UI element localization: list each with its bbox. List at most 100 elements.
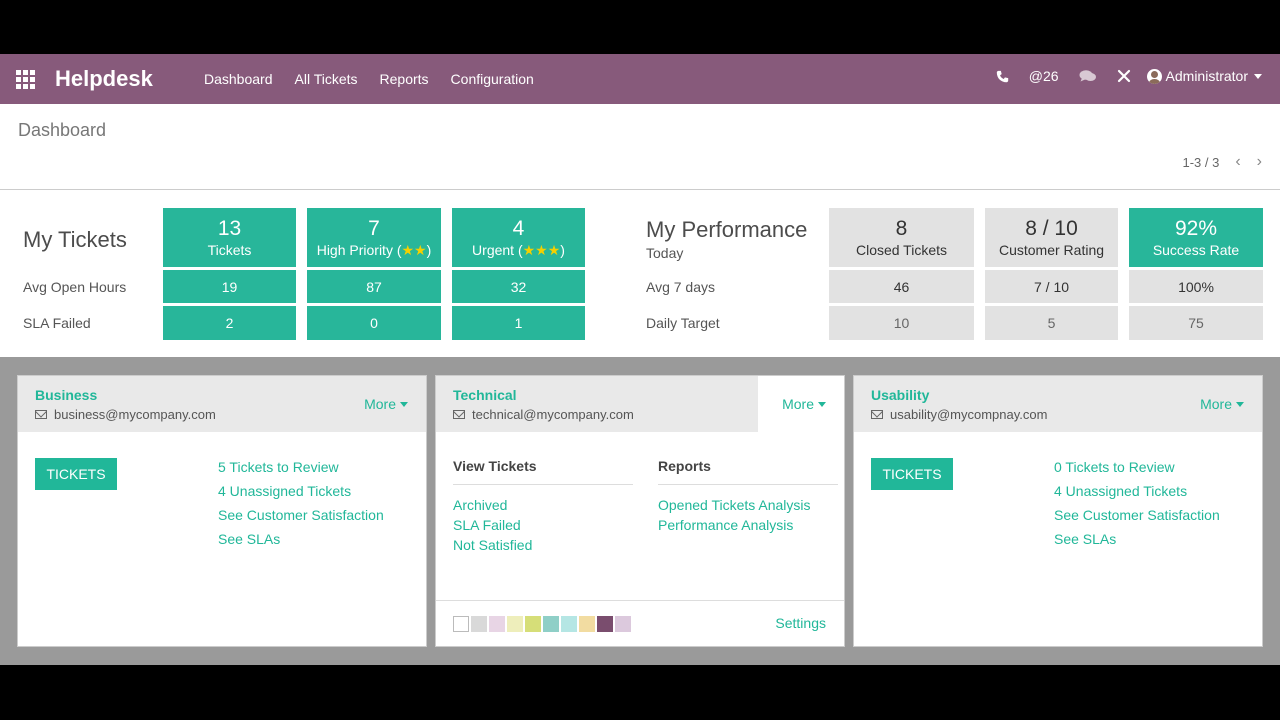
- link-see-slas[interactable]: See SLAs: [1054, 530, 1220, 548]
- color-swatch[interactable]: [579, 616, 595, 632]
- stat-tickets-avg[interactable]: 19: [163, 270, 296, 303]
- stat-high-priority[interactable]: 7 High Priority (★★): [307, 208, 441, 267]
- stat-urgent-sla[interactable]: 1: [452, 306, 585, 340]
- team-email: business@mycompany.com: [35, 407, 216, 422]
- stat-tickets-sla[interactable]: 2: [163, 306, 296, 340]
- phone-icon[interactable]: [996, 70, 1009, 83]
- star-icon: ★★: [401, 241, 427, 258]
- top-menu: Dashboard All Tickets Reports Configurat…: [204, 71, 534, 87]
- dashboard-stats: My Tickets Avg Open Hours SLA Failed 13 …: [0, 190, 1280, 357]
- team-links: 0 Tickets to Review 4 Unassigned Tickets…: [1054, 458, 1220, 548]
- debug-tools-icon[interactable]: [1117, 69, 1131, 83]
- color-swatch[interactable]: [489, 616, 505, 632]
- color-swatch[interactable]: [507, 616, 523, 632]
- perf-success-rate: 92% Success Rate: [1129, 208, 1263, 267]
- perf-rating-avg: 7 / 10: [985, 270, 1118, 303]
- reports-heading: Reports: [658, 458, 838, 485]
- link-tickets-to-review[interactable]: 5 Tickets to Review: [218, 458, 384, 476]
- color-picker: [453, 616, 633, 632]
- chat-icon[interactable]: [1079, 69, 1097, 83]
- team-card-technical: Technical technical@mycompany.com More V…: [435, 375, 845, 647]
- perf-value: 92%: [1174, 216, 1218, 240]
- envelope-icon: [871, 410, 883, 419]
- row-label-avg-open-hours: Avg Open Hours: [23, 279, 127, 295]
- tickets-button[interactable]: TICKETS: [35, 458, 117, 490]
- team-email: technical@mycompany.com: [453, 407, 634, 422]
- card-header: Technical technical@mycompany.com More: [436, 376, 844, 432]
- row-label-daily-target: Daily Target: [646, 315, 720, 331]
- more-dropdown[interactable]: More: [782, 396, 826, 412]
- control-panel: Dashboard 1-3 / 3 ‹ ›: [0, 104, 1280, 190]
- letterbox-bottom: [0, 665, 1280, 720]
- envelope-icon: [453, 410, 465, 419]
- color-swatch[interactable]: [561, 616, 577, 632]
- more-dropdown[interactable]: More: [1200, 396, 1244, 412]
- perf-value: 8 / 10: [1025, 216, 1078, 240]
- my-tickets-title: My Tickets: [23, 227, 127, 252]
- link-customer-satisfaction[interactable]: See Customer Satisfaction: [1054, 506, 1220, 524]
- menu-all-tickets[interactable]: All Tickets: [295, 71, 358, 87]
- user-avatar-icon: [1146, 68, 1162, 84]
- apps-grid-icon[interactable]: [16, 70, 35, 89]
- link-sla-failed[interactable]: SLA Failed: [453, 516, 532, 534]
- perf-closed-target: 10: [829, 306, 974, 340]
- color-swatch[interactable]: [543, 616, 559, 632]
- user-name: Administrator: [1165, 68, 1248, 84]
- menu-dashboard[interactable]: Dashboard: [204, 71, 273, 87]
- team-links: 5 Tickets to Review 4 Unassigned Tickets…: [218, 458, 384, 548]
- card-header: Usability usability@mycompnay.com More: [854, 376, 1262, 432]
- reports-links: Opened Tickets Analysis Performance Anal…: [658, 496, 811, 534]
- stat-high-priority-avg[interactable]: 87: [307, 270, 441, 303]
- link-opened-tickets-analysis[interactable]: Opened Tickets Analysis: [658, 496, 811, 514]
- perf-value: 8: [895, 216, 908, 240]
- stat-urgent-avg[interactable]: 32: [452, 270, 585, 303]
- team-kanban: Business business@mycompany.com More TIC…: [0, 357, 1280, 665]
- link-unassigned-tickets[interactable]: 4 Unassigned Tickets: [1054, 482, 1220, 500]
- color-swatch[interactable]: [525, 616, 541, 632]
- pager: 1-3 / 3 ‹ ›: [1182, 153, 1262, 171]
- color-swatch[interactable]: [615, 616, 631, 632]
- mentions-count: @26: [1028, 68, 1059, 84]
- menu-reports[interactable]: Reports: [380, 71, 429, 87]
- user-menu[interactable]: Administrator: [1146, 68, 1262, 84]
- stat-urgent[interactable]: 4 Urgent (★★★): [452, 208, 585, 267]
- link-performance-analysis[interactable]: Performance Analysis: [658, 516, 811, 534]
- menu-configuration[interactable]: Configuration: [451, 71, 534, 87]
- color-swatch[interactable]: [471, 616, 487, 632]
- link-tickets-to-review[interactable]: 0 Tickets to Review: [1054, 458, 1220, 476]
- color-swatch[interactable]: [597, 616, 613, 632]
- color-swatch[interactable]: [453, 616, 469, 632]
- stat-high-priority-sla[interactable]: 0: [307, 306, 441, 340]
- perf-success-target: 75: [1129, 306, 1263, 340]
- team-name[interactable]: Technical: [453, 387, 517, 403]
- stat-value: 13: [217, 216, 242, 240]
- chevron-right-icon[interactable]: ›: [1257, 153, 1262, 171]
- link-customer-satisfaction[interactable]: See Customer Satisfaction: [218, 506, 384, 524]
- link-see-slas[interactable]: See SLAs: [218, 530, 384, 548]
- more-dropdown[interactable]: More: [364, 396, 408, 412]
- settings-link[interactable]: Settings: [775, 615, 826, 631]
- stat-label: High Priority (★★): [316, 241, 432, 258]
- link-not-satisfied[interactable]: Not Satisfied: [453, 536, 532, 554]
- pager-value[interactable]: 1-3 / 3: [1182, 155, 1219, 170]
- perf-closed-avg: 46: [829, 270, 974, 303]
- view-tickets-heading: View Tickets: [453, 458, 633, 485]
- app-brand: Helpdesk: [55, 66, 153, 91]
- chevron-left-icon[interactable]: ‹: [1235, 153, 1240, 171]
- perf-label: Success Rate: [1152, 241, 1240, 258]
- main-navbar: Helpdesk Dashboard All Tickets Reports C…: [0, 54, 1280, 104]
- link-unassigned-tickets[interactable]: 4 Unassigned Tickets: [218, 482, 384, 500]
- page-title: Dashboard: [18, 120, 107, 140]
- row-label-sla-failed: SLA Failed: [23, 315, 91, 331]
- stat-tickets[interactable]: 13 Tickets: [163, 208, 296, 267]
- view-tickets-links: Archived SLA Failed Not Satisfied: [453, 496, 532, 554]
- team-name[interactable]: Usability: [871, 387, 929, 403]
- mentions-counter[interactable]: @26: [1029, 68, 1059, 84]
- card-header: Business business@mycompany.com More: [18, 376, 426, 432]
- perf-customer-rating: 8 / 10 Customer Rating: [985, 208, 1118, 267]
- tickets-button[interactable]: TICKETS: [871, 458, 953, 490]
- stat-value: 4: [512, 216, 525, 240]
- team-name[interactable]: Business: [35, 387, 97, 403]
- row-label-today: Today: [646, 245, 684, 261]
- link-archived[interactable]: Archived: [453, 496, 532, 514]
